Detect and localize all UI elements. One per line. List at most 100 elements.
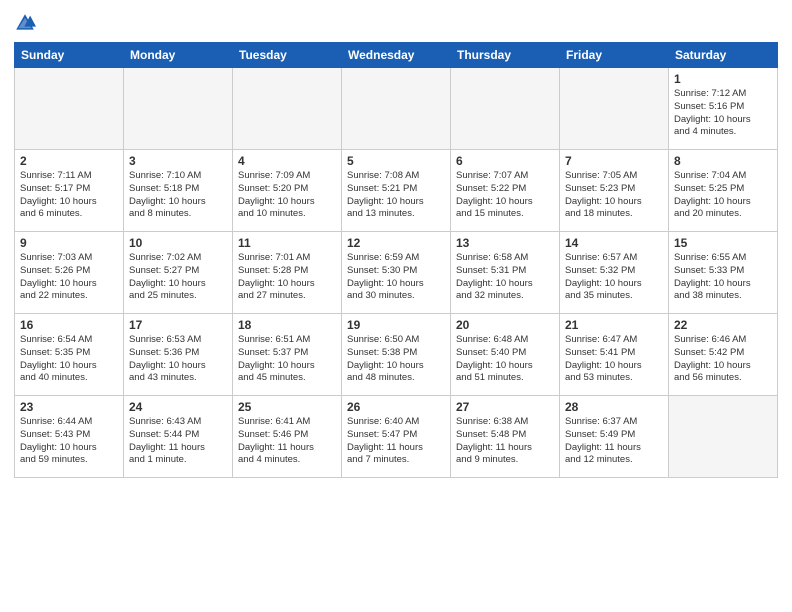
day-cell: 8 Sunrise: 7:04 AM Sunset: 5:25 PM Daylig… [669,150,778,232]
day-number: 18 [238,318,336,332]
day-number: 14 [565,236,663,250]
day-number: 17 [129,318,227,332]
week-row-5: 23 Sunrise: 6:44 AM Sunset: 5:43 PM Dayli… [15,396,778,478]
week-row-4: 16 Sunrise: 6:54 AM Sunset: 5:35 PM Dayli… [15,314,778,396]
header [14,12,778,34]
day-cell [560,68,669,150]
day-number: 21 [565,318,663,332]
day-cell: 4 Sunrise: 7:09 AM Sunset: 5:20 PM Daylig… [233,150,342,232]
day-cell: 19 Sunrise: 6:50 AM Sunset: 5:38 PM Dayli… [342,314,451,396]
day-cell: 17 Sunrise: 6:53 AM Sunset: 5:36 PM Dayli… [124,314,233,396]
day-cell [451,68,560,150]
day-number: 23 [20,400,118,414]
day-cell: 9 Sunrise: 7:03 AM Sunset: 5:26 PM Daylig… [15,232,124,314]
week-row-2: 2 Sunrise: 7:11 AM Sunset: 5:17 PM Daylig… [15,150,778,232]
day-number: 3 [129,154,227,168]
day-cell [342,68,451,150]
day-info: Sunrise: 6:50 AM Sunset: 5:38 PM Dayligh… [347,334,445,385]
day-cell: 2 Sunrise: 7:11 AM Sunset: 5:17 PM Daylig… [15,150,124,232]
day-number: 24 [129,400,227,414]
day-cell: 23 Sunrise: 6:44 AM Sunset: 5:43 PM Dayli… [15,396,124,478]
day-info: Sunrise: 7:07 AM Sunset: 5:22 PM Dayligh… [456,170,554,221]
day-number: 11 [238,236,336,250]
day-cell: 13 Sunrise: 6:58 AM Sunset: 5:31 PM Dayli… [451,232,560,314]
day-number: 20 [456,318,554,332]
day-number: 26 [347,400,445,414]
weekday-header-row: SundayMondayTuesdayWednesdayThursdayFrid… [15,43,778,68]
day-info: Sunrise: 6:46 AM Sunset: 5:42 PM Dayligh… [674,334,772,385]
day-cell: 25 Sunrise: 6:41 AM Sunset: 5:46 PM Dayli… [233,396,342,478]
day-number: 9 [20,236,118,250]
day-number: 6 [456,154,554,168]
day-cell: 21 Sunrise: 6:47 AM Sunset: 5:41 PM Dayli… [560,314,669,396]
day-info: Sunrise: 6:41 AM Sunset: 5:46 PM Dayligh… [238,416,336,467]
day-cell: 24 Sunrise: 6:43 AM Sunset: 5:44 PM Dayli… [124,396,233,478]
day-cell: 15 Sunrise: 6:55 AM Sunset: 5:33 PM Dayli… [669,232,778,314]
page: SundayMondayTuesdayWednesdayThursdayFrid… [0,0,792,612]
day-cell: 6 Sunrise: 7:07 AM Sunset: 5:22 PM Daylig… [451,150,560,232]
day-info: Sunrise: 6:53 AM Sunset: 5:36 PM Dayligh… [129,334,227,385]
day-info: Sunrise: 7:03 AM Sunset: 5:26 PM Dayligh… [20,252,118,303]
day-info: Sunrise: 7:04 AM Sunset: 5:25 PM Dayligh… [674,170,772,221]
weekday-header-tuesday: Tuesday [233,43,342,68]
day-cell: 11 Sunrise: 7:01 AM Sunset: 5:28 PM Dayli… [233,232,342,314]
weekday-header-monday: Monday [124,43,233,68]
day-cell [15,68,124,150]
day-cell: 5 Sunrise: 7:08 AM Sunset: 5:21 PM Daylig… [342,150,451,232]
day-cell: 7Sunrise: 7:05 AM Sunset: 5:23 PM Daylig… [560,150,669,232]
day-info: Sunrise: 7:08 AM Sunset: 5:21 PM Dayligh… [347,170,445,221]
week-row-1: 1Sunrise: 7:12 AM Sunset: 5:16 PM Daylig… [15,68,778,150]
day-info: Sunrise: 7:11 AM Sunset: 5:17 PM Dayligh… [20,170,118,221]
day-number: 2 [20,154,118,168]
day-info: Sunrise: 6:38 AM Sunset: 5:48 PM Dayligh… [456,416,554,467]
day-info: Sunrise: 7:10 AM Sunset: 5:18 PM Dayligh… [129,170,227,221]
day-number: 8 [674,154,772,168]
day-cell [124,68,233,150]
day-info: Sunrise: 6:48 AM Sunset: 5:40 PM Dayligh… [456,334,554,385]
day-info: Sunrise: 6:44 AM Sunset: 5:43 PM Dayligh… [20,416,118,467]
day-number: 27 [456,400,554,414]
day-info: Sunrise: 6:57 AM Sunset: 5:32 PM Dayligh… [565,252,663,303]
day-info: Sunrise: 6:58 AM Sunset: 5:31 PM Dayligh… [456,252,554,303]
day-cell: 28 Sunrise: 6:37 AM Sunset: 5:49 PM Dayli… [560,396,669,478]
day-cell: 27 Sunrise: 6:38 AM Sunset: 5:48 PM Dayli… [451,396,560,478]
week-row-3: 9 Sunrise: 7:03 AM Sunset: 5:26 PM Daylig… [15,232,778,314]
weekday-header-sunday: Sunday [15,43,124,68]
day-number: 1 [674,72,772,86]
day-info: Sunrise: 7:02 AM Sunset: 5:27 PM Dayligh… [129,252,227,303]
day-info: Sunrise: 7:05 AM Sunset: 5:23 PM Dayligh… [565,170,663,221]
day-info: Sunrise: 6:51 AM Sunset: 5:37 PM Dayligh… [238,334,336,385]
day-number: 19 [347,318,445,332]
day-number: 15 [674,236,772,250]
day-cell: 20 Sunrise: 6:48 AM Sunset: 5:40 PM Dayli… [451,314,560,396]
day-number: 5 [347,154,445,168]
day-info: Sunrise: 6:55 AM Sunset: 5:33 PM Dayligh… [674,252,772,303]
day-number: 10 [129,236,227,250]
day-cell: 1Sunrise: 7:12 AM Sunset: 5:16 PM Daylig… [669,68,778,150]
day-cell [669,396,778,478]
day-cell: 10 Sunrise: 7:02 AM Sunset: 5:27 PM Dayli… [124,232,233,314]
day-cell: 18 Sunrise: 6:51 AM Sunset: 5:37 PM Dayli… [233,314,342,396]
day-number: 22 [674,318,772,332]
day-cell: 12 Sunrise: 6:59 AM Sunset: 5:30 PM Dayli… [342,232,451,314]
day-info: Sunrise: 6:47 AM Sunset: 5:41 PM Dayligh… [565,334,663,385]
day-number: 4 [238,154,336,168]
day-number: 13 [456,236,554,250]
day-info: Sunrise: 7:09 AM Sunset: 5:20 PM Dayligh… [238,170,336,221]
day-number: 28 [565,400,663,414]
day-info: Sunrise: 6:54 AM Sunset: 5:35 PM Dayligh… [20,334,118,385]
day-info: Sunrise: 6:37 AM Sunset: 5:49 PM Dayligh… [565,416,663,467]
day-number: 16 [20,318,118,332]
day-cell: 14 Sunrise: 6:57 AM Sunset: 5:32 PM Dayli… [560,232,669,314]
day-number: 12 [347,236,445,250]
weekday-header-wednesday: Wednesday [342,43,451,68]
day-info: Sunrise: 6:43 AM Sunset: 5:44 PM Dayligh… [129,416,227,467]
weekday-header-saturday: Saturday [669,43,778,68]
day-info: Sunrise: 6:59 AM Sunset: 5:30 PM Dayligh… [347,252,445,303]
weekday-header-friday: Friday [560,43,669,68]
day-number: 25 [238,400,336,414]
day-info: Sunrise: 6:40 AM Sunset: 5:47 PM Dayligh… [347,416,445,467]
day-cell: 26 Sunrise: 6:40 AM Sunset: 5:47 PM Dayli… [342,396,451,478]
calendar: SundayMondayTuesdayWednesdayThursdayFrid… [14,42,778,478]
day-info: Sunrise: 7:01 AM Sunset: 5:28 PM Dayligh… [238,252,336,303]
